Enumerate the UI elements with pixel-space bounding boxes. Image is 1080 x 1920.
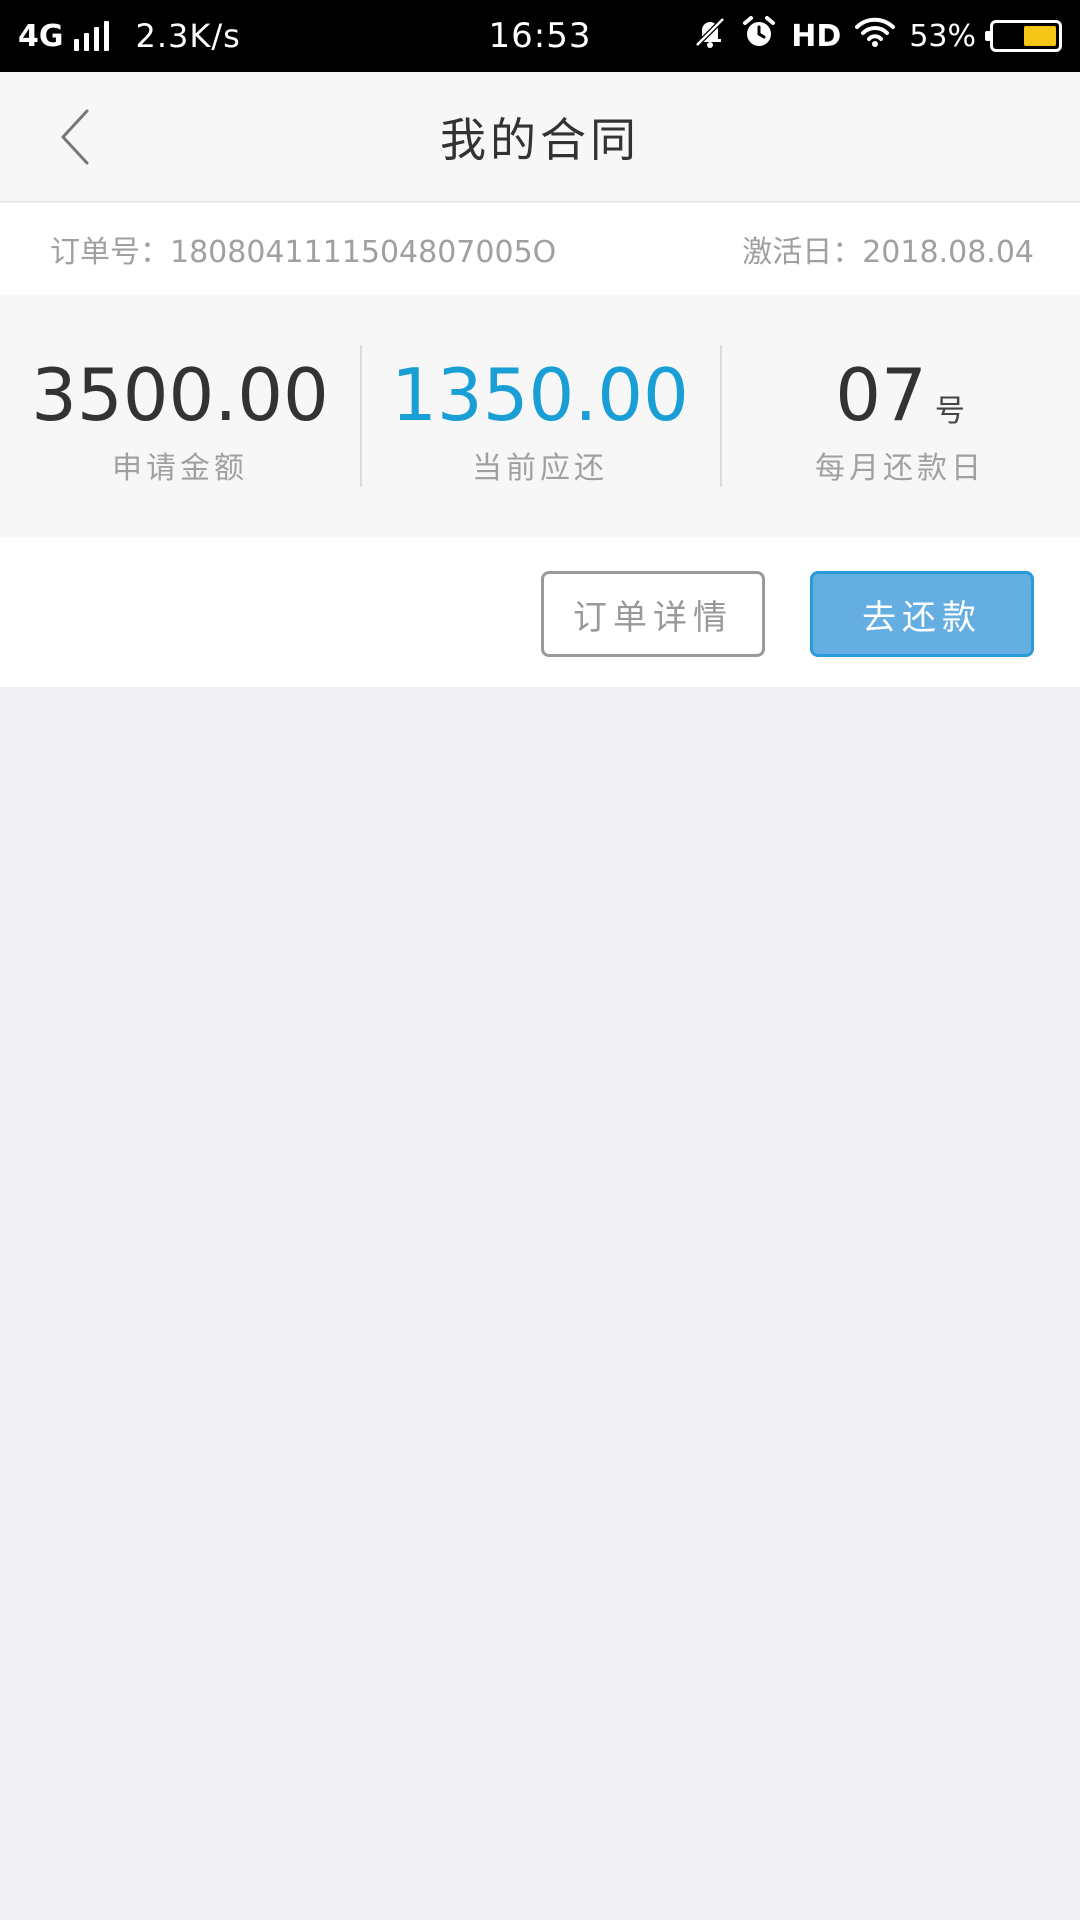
order-number-label: 订单号：	[50, 235, 170, 270]
hd-label: HD	[791, 18, 842, 54]
battery-fill	[1024, 26, 1056, 46]
status-bar: 4G 2.3K/s 16:53 HD 53%	[0, 0, 1080, 72]
activation-date-label: 激活日：	[742, 235, 863, 270]
repay-day: 07 号	[835, 345, 965, 431]
alarm-icon	[741, 14, 777, 58]
order-detail-button[interactable]: 订单详情	[541, 571, 765, 657]
applied-amount-block: 3500.00 申请金额	[0, 295, 360, 537]
current-due-block: 1350.00 当前应还	[360, 295, 720, 537]
activation-date: 激活日：2018.08.04	[742, 227, 1034, 271]
contract-summary: 3500.00 申请金额 1350.00 当前应还 07 号 每月还款日	[0, 295, 1080, 537]
repay-button[interactable]: 去还款	[810, 571, 1034, 657]
mute-bell-icon	[693, 15, 727, 57]
wifi-icon	[855, 16, 896, 56]
page-title: 我的合同	[440, 113, 640, 167]
repay-day-suffix: 号	[934, 394, 965, 429]
activation-date-value: 2018.08.04	[862, 235, 1034, 270]
action-row: 订单详情 去还款	[0, 537, 1080, 687]
status-right: HD 53%	[679, 0, 1062, 72]
applied-amount: 3500.00	[31, 353, 329, 437]
repay-day-block: 07 号 每月还款日	[720, 295, 1080, 537]
repay-day-value: 07	[835, 353, 927, 437]
order-info-row: 订单号：1808041111504807005O 激活日：2018.08.04	[0, 203, 1080, 295]
battery-icon	[985, 20, 1062, 52]
current-due-label: 当前应还	[472, 451, 608, 486]
applied-amount-label: 申请金额	[112, 451, 248, 486]
battery-percent: 53%	[909, 18, 976, 54]
current-due-amount: 1350.00	[391, 353, 689, 437]
nav-bar: 我的合同	[0, 72, 1080, 202]
order-number-value: 1808041111504807005O	[170, 235, 557, 270]
order-number: 订单号：1808041111504807005O	[50, 227, 556, 271]
repay-day-label: 每月还款日	[815, 451, 985, 486]
